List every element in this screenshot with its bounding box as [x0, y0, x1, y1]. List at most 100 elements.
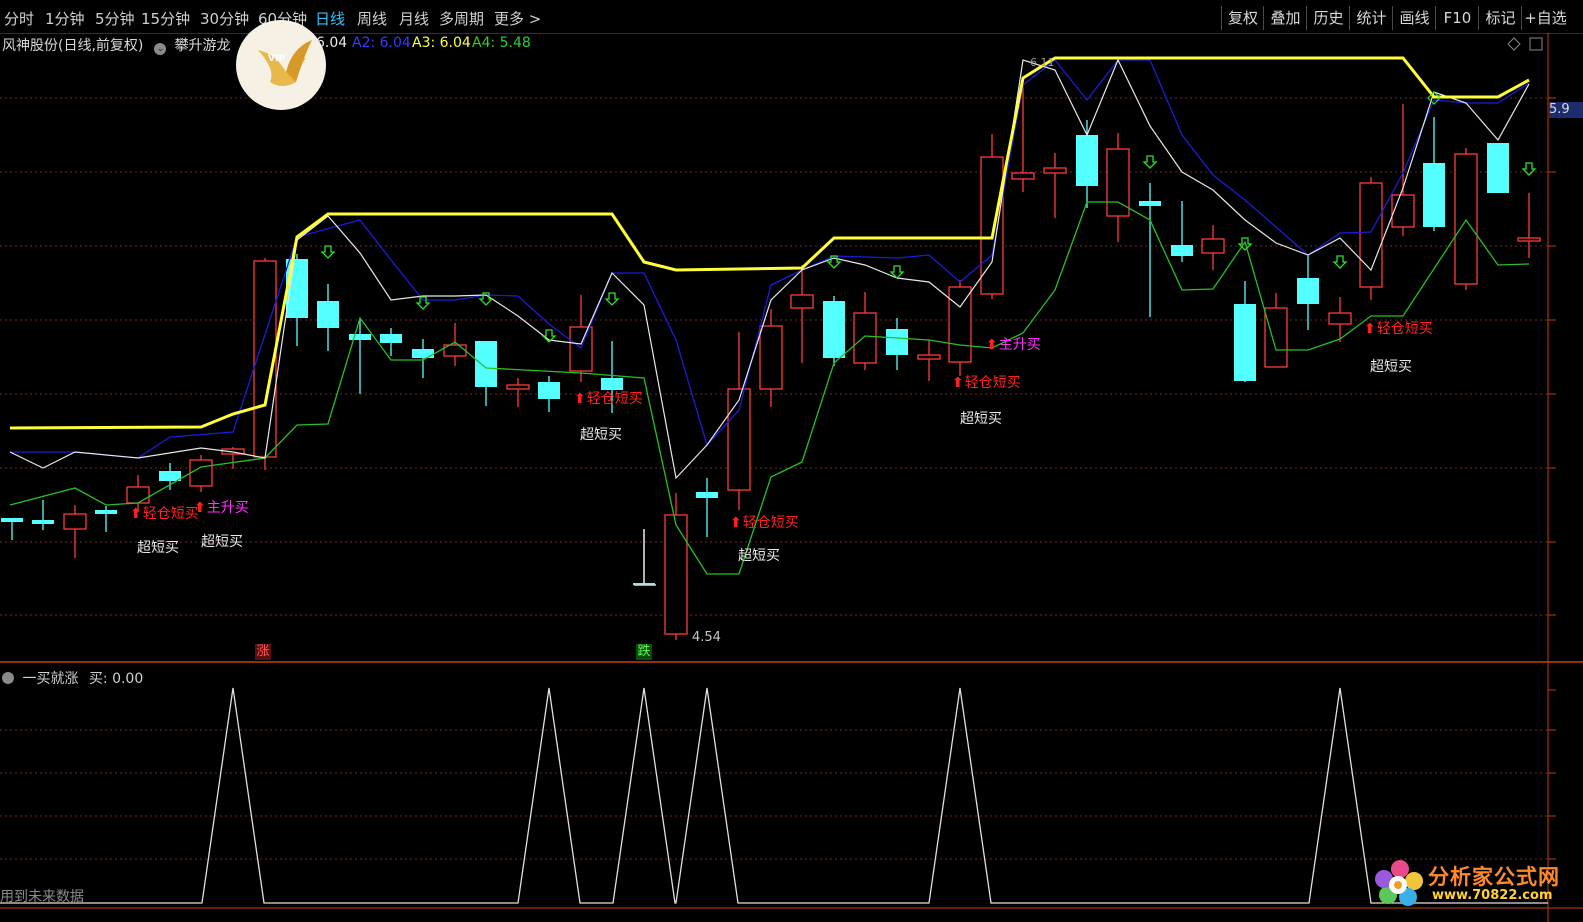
candlestick [917, 340, 941, 381]
signal-label: 超短买 [137, 537, 179, 557]
candlestick [63, 505, 87, 558]
candlestick [1139, 183, 1161, 317]
candle-body [1201, 238, 1225, 254]
down-tag: 跌 [636, 644, 652, 660]
candle-body [569, 326, 593, 372]
candlestick [1201, 225, 1225, 270]
buy-arrow-icon: ⬆ [130, 506, 142, 522]
buy-signal-line [0, 687, 1548, 904]
indicator-dropdown-icon[interactable]: ⌄ [154, 43, 167, 55]
buy-arrow-icon: ⬆ [194, 500, 206, 516]
candlestick [696, 478, 718, 537]
candle-body [1264, 307, 1288, 368]
low-price-label: 4.54 [692, 630, 721, 645]
signal-label: 超短买 [960, 408, 1002, 428]
window-toggle-icon [1529, 37, 1543, 51]
a3-value: A3: 6.04 [412, 35, 471, 51]
candlestick [1359, 177, 1383, 300]
candlestick [853, 292, 877, 370]
subchart-info: 一买就涨 买: 0.00 [2, 668, 143, 688]
candlestick [380, 328, 402, 356]
site-watermark: 分析家公式网 www.70822.com [1372, 855, 1572, 915]
candle-body [1423, 163, 1445, 227]
candle-body [696, 492, 718, 498]
candlestick [1043, 153, 1067, 218]
signal-label: 超短买 [201, 531, 243, 551]
signal-text: 超短买 [738, 548, 780, 564]
high-price-label: 6.11 [1030, 56, 1055, 69]
chart-grid [0, 33, 1583, 922]
candlestick [1076, 120, 1098, 208]
candlestick [1423, 117, 1445, 231]
vip-badge[interactable]: VIP [236, 20, 326, 110]
candle-body [823, 301, 845, 358]
indicator-name[interactable]: 攀升游龙 [175, 38, 231, 54]
subchart-title[interactable]: 一买就涨 [22, 671, 78, 687]
signal-text: 超短买 [201, 534, 243, 550]
candlestick [412, 339, 434, 378]
vip-label: VIP [268, 54, 285, 64]
candlestick [1234, 281, 1256, 382]
candle-body [1011, 172, 1035, 180]
down-arrow-icon [1332, 255, 1348, 269]
signal-label: 超短买 [738, 545, 780, 565]
candlestick [886, 318, 908, 370]
candle-body [1297, 278, 1319, 304]
candlestick [1487, 143, 1509, 193]
candlestick [506, 378, 530, 407]
candle-body [317, 301, 339, 328]
candle-body [727, 388, 751, 491]
buy-arrow-icon: ⬆ [986, 337, 998, 353]
buy-arrow-icon: ⬆ [952, 375, 964, 391]
site-url[interactable]: www.70822.com [1432, 888, 1553, 903]
candlestick [1517, 193, 1541, 258]
subchart-collapse-icon[interactable] [2, 672, 14, 684]
blue-resistance-line [10, 59, 1530, 459]
signal-text: 超短买 [1370, 359, 1412, 375]
candle-body [917, 354, 941, 360]
candle-body [189, 459, 213, 487]
down-arrow-icon [1142, 155, 1158, 169]
candlestick [159, 463, 181, 490]
candlestick [569, 295, 593, 382]
signal-text: 轻仓短买 [964, 375, 1021, 391]
signal-label: 超短买 [580, 424, 622, 444]
candle-body [948, 286, 972, 363]
signal-label: ⬆主升买 [194, 497, 249, 517]
candlestick [475, 341, 497, 406]
candle-body [1517, 237, 1541, 242]
candle-body [759, 325, 783, 390]
candle-body [538, 382, 560, 399]
subchart-buy-value: 买: 0.00 [88, 671, 144, 687]
candle-body [1, 518, 23, 522]
candle-body [63, 513, 87, 530]
candle-body [126, 486, 150, 504]
candle-body [664, 514, 688, 635]
buy-arrow-icon: ⬆ [730, 515, 742, 531]
diamond-icon [1507, 37, 1521, 51]
candle-body [159, 471, 181, 481]
candlestick [286, 254, 308, 346]
buy-arrow-icon: ⬆ [1364, 321, 1376, 337]
candlestick [189, 455, 213, 492]
candle-body [1139, 201, 1161, 206]
candlestick [664, 493, 688, 640]
candle-body [506, 384, 530, 390]
down-arrow-icon [1521, 162, 1537, 176]
candlestick [317, 284, 339, 351]
candlestick [1297, 255, 1319, 330]
candlestick [443, 323, 467, 366]
signal-label: ⬆主升买 [986, 334, 1041, 354]
flower-logo-icon [1375, 860, 1423, 906]
candlestick [727, 332, 751, 510]
a2-value: A2: 6.04 [352, 35, 411, 51]
signal-text: 主升买 [998, 337, 1041, 353]
candle-body [412, 349, 434, 358]
stock-title[interactable]: 风神股份(日线,前复权) [2, 38, 143, 54]
candle-body [349, 334, 371, 340]
candle-body [1391, 194, 1415, 228]
signal-label: ⬆轻仓短买 [1364, 318, 1433, 338]
candle-body [1328, 312, 1352, 325]
candlestick [948, 280, 972, 376]
candlestick [1391, 104, 1415, 236]
